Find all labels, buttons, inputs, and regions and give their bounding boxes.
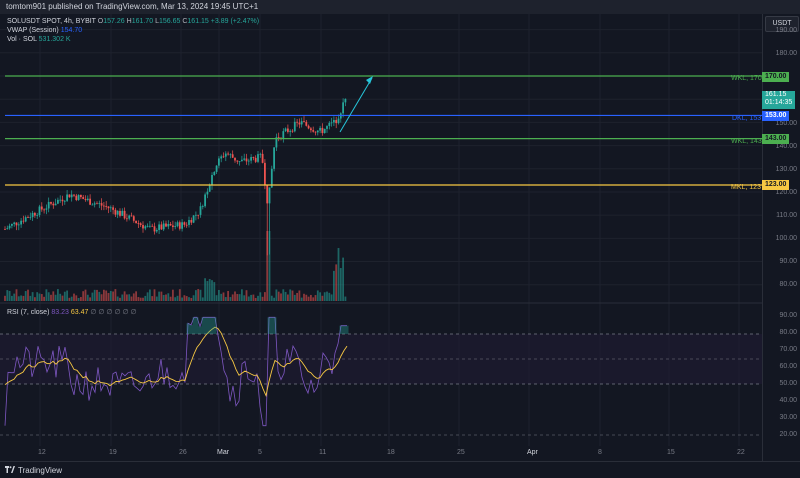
time-label: 22: [737, 449, 745, 456]
vwap-value: 154.70: [60, 27, 83, 34]
chart-canvas[interactable]: [0, 14, 762, 460]
footer-bar: TradingView: [0, 461, 800, 478]
rsi-label-40: 40.00: [779, 397, 797, 404]
tradingview-logo-icon: [5, 466, 15, 473]
footer-brand: TradingView: [18, 466, 63, 475]
price-label-100: 100.00: [775, 235, 797, 242]
rsi-legend[interactable]: RSI (7, close) 83.23 63.47 ∅ ∅ ∅ ∅ ∅ ∅: [7, 308, 137, 316]
time-label: 25: [457, 449, 465, 456]
time-label: 5: [258, 449, 262, 456]
rsi-label-80: 80.00: [779, 329, 797, 336]
rsi-label-70: 70.00: [779, 346, 797, 353]
time-label: 12: [38, 449, 46, 456]
vol-label: Vol · SOL: [7, 36, 37, 43]
publish-bar: tomtom901 published on TradingView.com, …: [0, 0, 800, 14]
current-price: 161.15: [765, 91, 787, 98]
publish-line: tomtom901 published on TradingView.com, …: [6, 2, 259, 11]
rsi-label-20: 20.00: [779, 431, 797, 438]
symbol-label: SOLUSDT SPOT, 4h, BYBIT: [7, 18, 96, 25]
price-label-120: 120.00: [775, 189, 797, 196]
price-label-110: 110.00: [776, 212, 797, 219]
volume-legend[interactable]: Vol · SOL 531.302 K: [7, 35, 71, 44]
rsi-label-50: 50.00: [779, 380, 797, 387]
price-tag-wkl-170: 170.00: [762, 72, 790, 82]
level-label-wkl-170: WKL, 170: [731, 75, 762, 82]
price-label-190: 190.00: [775, 27, 797, 34]
level-label-dkl-153: DKL, 153: [732, 115, 762, 122]
time-label: 15: [667, 449, 675, 456]
price-label-180: 180.00: [775, 50, 797, 57]
price-label-80: 80.00: [779, 281, 797, 288]
level-label-wkl-143: WKL, 143: [731, 138, 762, 145]
candle-countdown: 01:14:35: [765, 99, 793, 106]
time-axis[interactable]: 12 19 26 Mar 5 11 18 25 Apr 8 15 22: [0, 446, 762, 460]
time-label: 18: [387, 449, 395, 456]
time-label: 19: [109, 449, 117, 456]
rsi-label-60: 60.00: [779, 363, 797, 370]
vwap-legend[interactable]: VWAP (Session) 154.70: [7, 26, 82, 35]
rsi-placeholders: ∅ ∅ ∅ ∅ ∅ ∅: [90, 309, 137, 316]
ohlc-change: +3.89 (+2.47%): [210, 18, 260, 25]
level-label-mkl-123: MKL, 123: [731, 184, 761, 191]
vol-value: 531.302 K: [38, 36, 71, 43]
rsi-label-30: 30.00: [779, 414, 797, 421]
price-tag-mkl-123: 123.00: [762, 180, 790, 190]
time-label: 8: [598, 449, 602, 456]
ohlc-low: 156.65: [158, 18, 181, 25]
current-price-tag: 161.15 01:14:35: [762, 91, 796, 109]
time-label: Apr: [527, 449, 538, 456]
price-tag-wkl-143: 143.00: [762, 134, 790, 144]
price-tag-dkl-153: 153.00: [762, 111, 790, 121]
ohlc-close: 161.15: [187, 18, 209, 25]
rsi-ma-value: 63.47: [70, 309, 89, 316]
ohlc-high: 161.70: [131, 18, 154, 25]
price-label-90: 90.00: [779, 258, 797, 265]
rsi-value: 83.23: [51, 309, 69, 316]
rsi-label-90: 90.00: [779, 312, 797, 319]
time-label: 11: [319, 449, 327, 456]
ohlc-open: 157.26: [103, 18, 125, 25]
price-label-130: 130.00: [775, 166, 797, 173]
vwap-label: VWAP (Session): [7, 27, 59, 34]
time-label: Mar: [217, 449, 230, 456]
time-label: 26: [179, 449, 187, 456]
price-label-140: 140.00: [775, 143, 797, 150]
symbol-legend[interactable]: SOLUSDT SPOT, 4h, BYBIT O157.26 H161.70 …: [7, 17, 259, 26]
rsi-title: RSI (7, close): [7, 309, 50, 316]
price-label-150: 150.00: [775, 120, 797, 127]
